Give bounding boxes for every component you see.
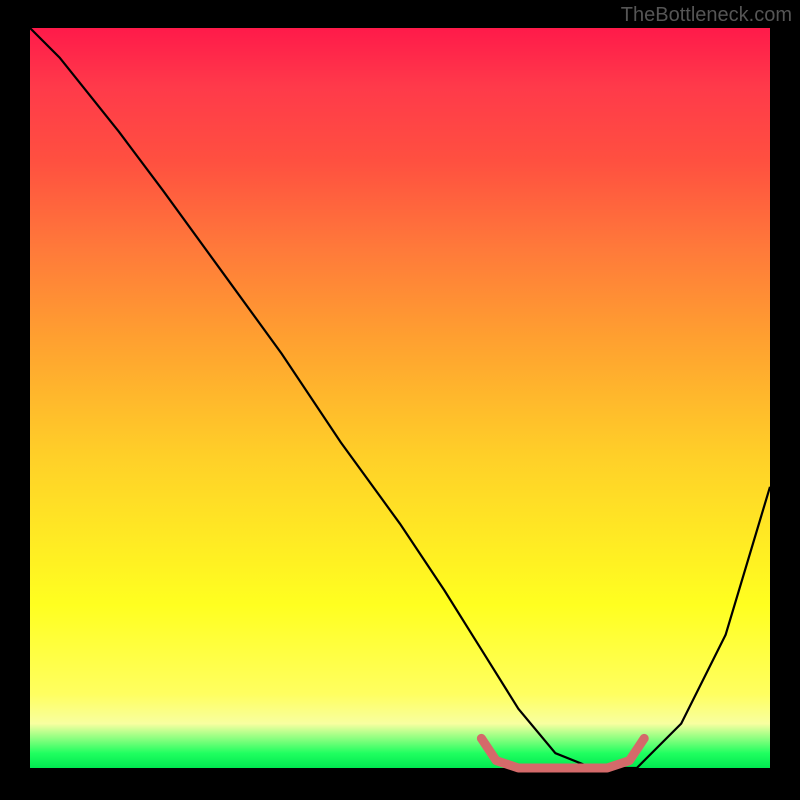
chart-plot-area xyxy=(30,28,770,768)
bottleneck-curve xyxy=(30,28,770,768)
optimal-range-marker xyxy=(481,738,644,768)
watermark-text: TheBottleneck.com xyxy=(621,4,792,27)
chart-svg xyxy=(30,28,770,768)
